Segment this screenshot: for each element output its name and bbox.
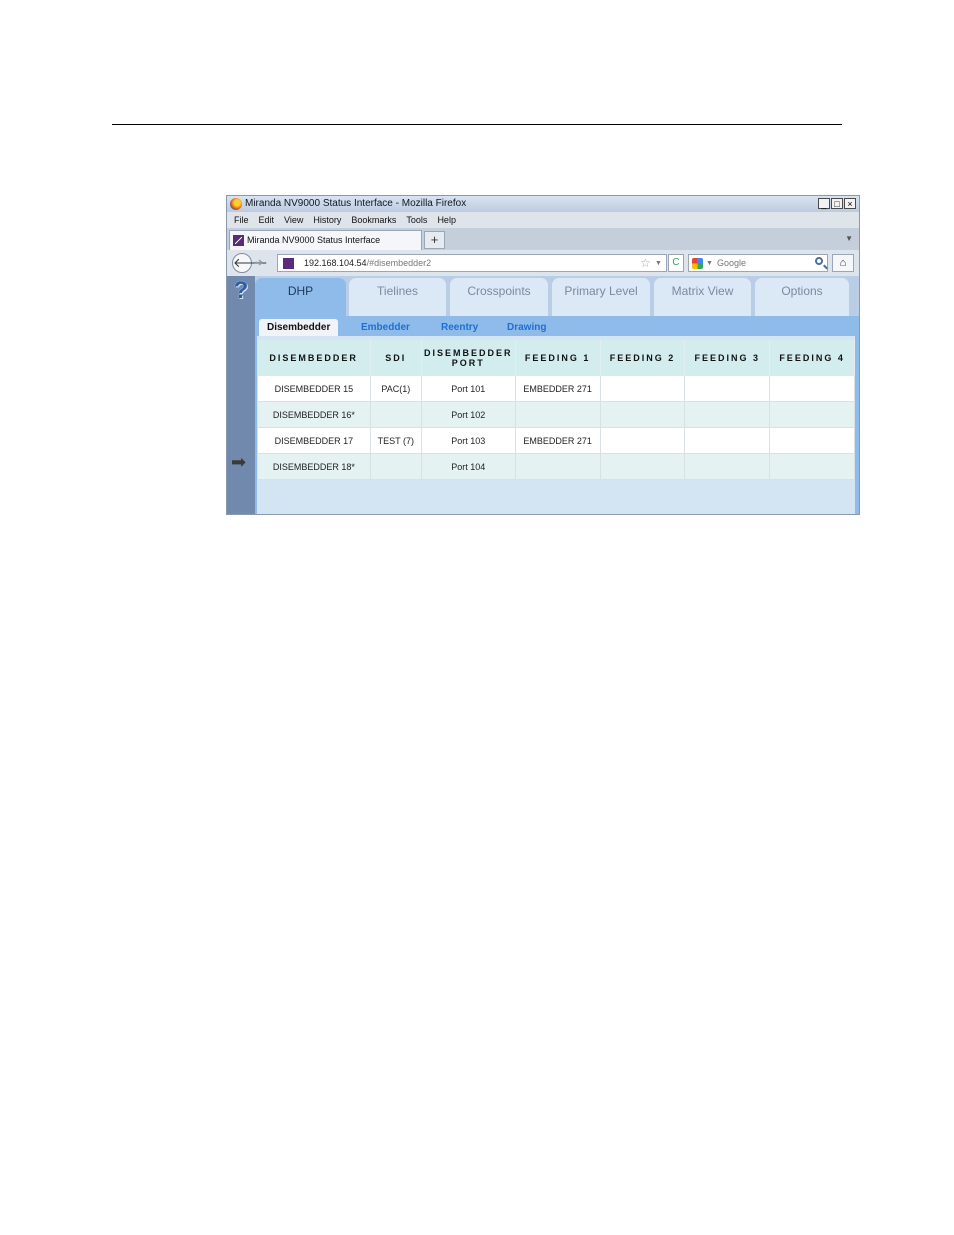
tab-list-chevron-icon[interactable]: ▼	[845, 234, 853, 243]
cell-feeding-3[interactable]	[684, 453, 771, 480]
cell-disembedder[interactable]: DISEMBEDDER 16*	[257, 401, 371, 428]
dhp-content: Disembedder Embedder Reentry Drawing DIS…	[255, 316, 859, 514]
maximize-button[interactable]: □	[831, 198, 843, 209]
table-header-row: DISEMBEDDER SDI DISEMBEDDER PORT FEEDING…	[257, 340, 855, 376]
tab-matrix-view[interactable]: Matrix View	[654, 278, 751, 318]
browser-tab-label: Miranda NV9000 Status Interface	[247, 235, 381, 245]
table-row[interactable]: DISEMBEDDER 18* Port 104	[257, 453, 855, 480]
url-text: 192.168.104.54/#disembedder2	[304, 258, 431, 268]
url-bar[interactable]: 192.168.104.54/#disembedder2 ☆ ▼	[277, 254, 667, 272]
cell-feeding-4[interactable]	[769, 427, 855, 454]
cell-feeding-1[interactable]: EMBEDDER 271	[514, 427, 601, 454]
menu-bar: File Edit View History Bookmarks Tools H…	[227, 212, 859, 228]
cell-feeding-1[interactable]	[514, 401, 601, 428]
subtab-disembedder[interactable]: Disembedder	[259, 319, 339, 337]
back-button[interactable]: 🡐	[232, 253, 268, 273]
cell-sdi[interactable]: PAC(1)	[369, 376, 422, 402]
disembedder-table: DISEMBEDDER SDI DISEMBEDDER PORT FEEDING…	[257, 340, 855, 480]
reload-button[interactable]: C	[668, 254, 684, 272]
column-header-feeding-3[interactable]: FEEDING 3	[684, 340, 771, 376]
new-tab-button[interactable]: +	[424, 231, 445, 249]
search-bar[interactable]: ▼ Google	[688, 254, 828, 272]
column-header-disembedder[interactable]: DISEMBEDDER	[257, 340, 371, 376]
cell-disembedder[interactable]: DISEMBEDDER 18*	[257, 453, 371, 480]
tab-options[interactable]: Options	[755, 278, 849, 318]
google-icon[interactable]	[692, 258, 703, 269]
column-header-disembedder-port[interactable]: DISEMBEDDER PORT	[421, 340, 516, 376]
window-title: Miranda NV9000 Status Interface - Mozill…	[245, 198, 467, 209]
browser-window: Miranda NV9000 Status Interface - Mozill…	[226, 195, 860, 515]
help-icon[interactable]: ?	[230, 279, 252, 303]
cell-feeding-4[interactable]	[769, 453, 855, 480]
cell-sdi[interactable]	[369, 401, 422, 428]
search-engine-chevron-icon[interactable]: ▼	[706, 256, 713, 272]
navigation-bar: 🡐 ➔ 192.168.104.54/#disembedder2 ☆ ▼ C ▼…	[227, 250, 859, 276]
cell-feeding-1[interactable]	[514, 453, 601, 480]
app-area: ? ➡ DHP Tielines Crosspoints Primary Lev…	[227, 276, 859, 514]
cell-feeding-4[interactable]	[769, 401, 855, 428]
forward-button[interactable]: ➔	[254, 256, 263, 269]
right-arrow-icon[interactable]: ➡	[231, 453, 246, 471]
home-button[interactable]: ⌂	[832, 254, 854, 272]
disembedder-panel: DISEMBEDDER SDI DISEMBEDDER PORT FEEDING…	[257, 336, 855, 514]
menu-file[interactable]: File	[234, 212, 249, 228]
title-bar[interactable]: Miranda NV9000 Status Interface - Mozill…	[227, 196, 859, 212]
menu-history[interactable]: History	[313, 212, 341, 228]
cell-port[interactable]: Port 103	[420, 427, 516, 454]
table-row[interactable]: DISEMBEDDER 16* Port 102	[257, 401, 855, 428]
cell-feeding-1[interactable]: EMBEDDER 271	[514, 376, 601, 402]
search-icon[interactable]	[815, 257, 823, 265]
main-tabs: DHP Tielines Crosspoints Primary Level M…	[255, 278, 859, 318]
cell-sdi[interactable]	[369, 453, 422, 480]
column-header-feeding-1[interactable]: FEEDING 1	[515, 340, 601, 376]
tab-tielines[interactable]: Tielines	[349, 278, 446, 318]
tab-primary-level[interactable]: Primary Level	[552, 278, 650, 318]
tab-crosspoints[interactable]: Crosspoints	[450, 278, 548, 318]
menu-tools[interactable]: Tools	[406, 212, 427, 228]
url-dropdown-chevron-icon[interactable]: ▼	[655, 256, 662, 272]
cell-feeding-2[interactable]	[599, 376, 686, 402]
subtab-embedder[interactable]: Embedder	[361, 319, 410, 337]
cell-feeding-4[interactable]	[769, 376, 855, 402]
url-hash: /#disembedder2	[366, 258, 432, 268]
table-row[interactable]: DISEMBEDDER 17 TEST (7) Port 103 EMBEDDE…	[257, 427, 855, 454]
subtab-drawing[interactable]: Drawing	[507, 319, 546, 337]
cell-feeding-3[interactable]	[684, 376, 771, 402]
menu-help[interactable]: Help	[437, 212, 456, 228]
column-header-feeding-2[interactable]: FEEDING 2	[600, 340, 686, 376]
sub-tabs: Disembedder Embedder Reentry Drawing	[255, 319, 859, 337]
cell-port[interactable]: Port 102	[420, 401, 516, 428]
column-header-sdi[interactable]: SDI	[370, 340, 422, 376]
miranda-favicon-icon	[233, 235, 244, 246]
table-row[interactable]: DISEMBEDDER 15 PAC(1) Port 101 EMBEDDER …	[257, 376, 855, 402]
cell-disembedder[interactable]: DISEMBEDDER 15	[257, 376, 371, 402]
cell-feeding-2[interactable]	[599, 401, 686, 428]
tab-dhp[interactable]: DHP	[255, 278, 346, 318]
menu-edit[interactable]: Edit	[259, 212, 275, 228]
close-button[interactable]: ×	[844, 198, 856, 209]
cell-feeding-2[interactable]	[599, 453, 686, 480]
search-input[interactable]: Google	[717, 258, 746, 268]
menu-view[interactable]: View	[284, 212, 303, 228]
cell-port[interactable]: Port 104	[420, 453, 516, 480]
browser-tab-strip: Miranda NV9000 Status Interface + ▼	[227, 228, 859, 250]
url-favicon-icon	[283, 258, 294, 269]
minimize-button[interactable]: _	[818, 198, 830, 209]
cell-feeding-3[interactable]	[684, 401, 771, 428]
firefox-icon	[230, 198, 242, 210]
page-header-rule	[112, 124, 842, 125]
subtab-reentry[interactable]: Reentry	[441, 319, 478, 337]
bookmark-star-icon[interactable]: ☆	[640, 255, 651, 271]
cell-sdi[interactable]: TEST (7)	[369, 427, 422, 454]
url-host: 192.168.104.54	[304, 258, 367, 268]
side-rail: ? ➡	[227, 276, 255, 514]
browser-tab[interactable]: Miranda NV9000 Status Interface	[229, 230, 422, 250]
column-header-feeding-4[interactable]: FEEDING 4	[769, 340, 855, 376]
menu-bookmarks[interactable]: Bookmarks	[351, 212, 396, 228]
cell-feeding-3[interactable]	[684, 427, 771, 454]
cell-feeding-2[interactable]	[599, 427, 686, 454]
cell-port[interactable]: Port 101	[420, 376, 516, 402]
cell-disembedder[interactable]: DISEMBEDDER 17	[257, 427, 371, 454]
